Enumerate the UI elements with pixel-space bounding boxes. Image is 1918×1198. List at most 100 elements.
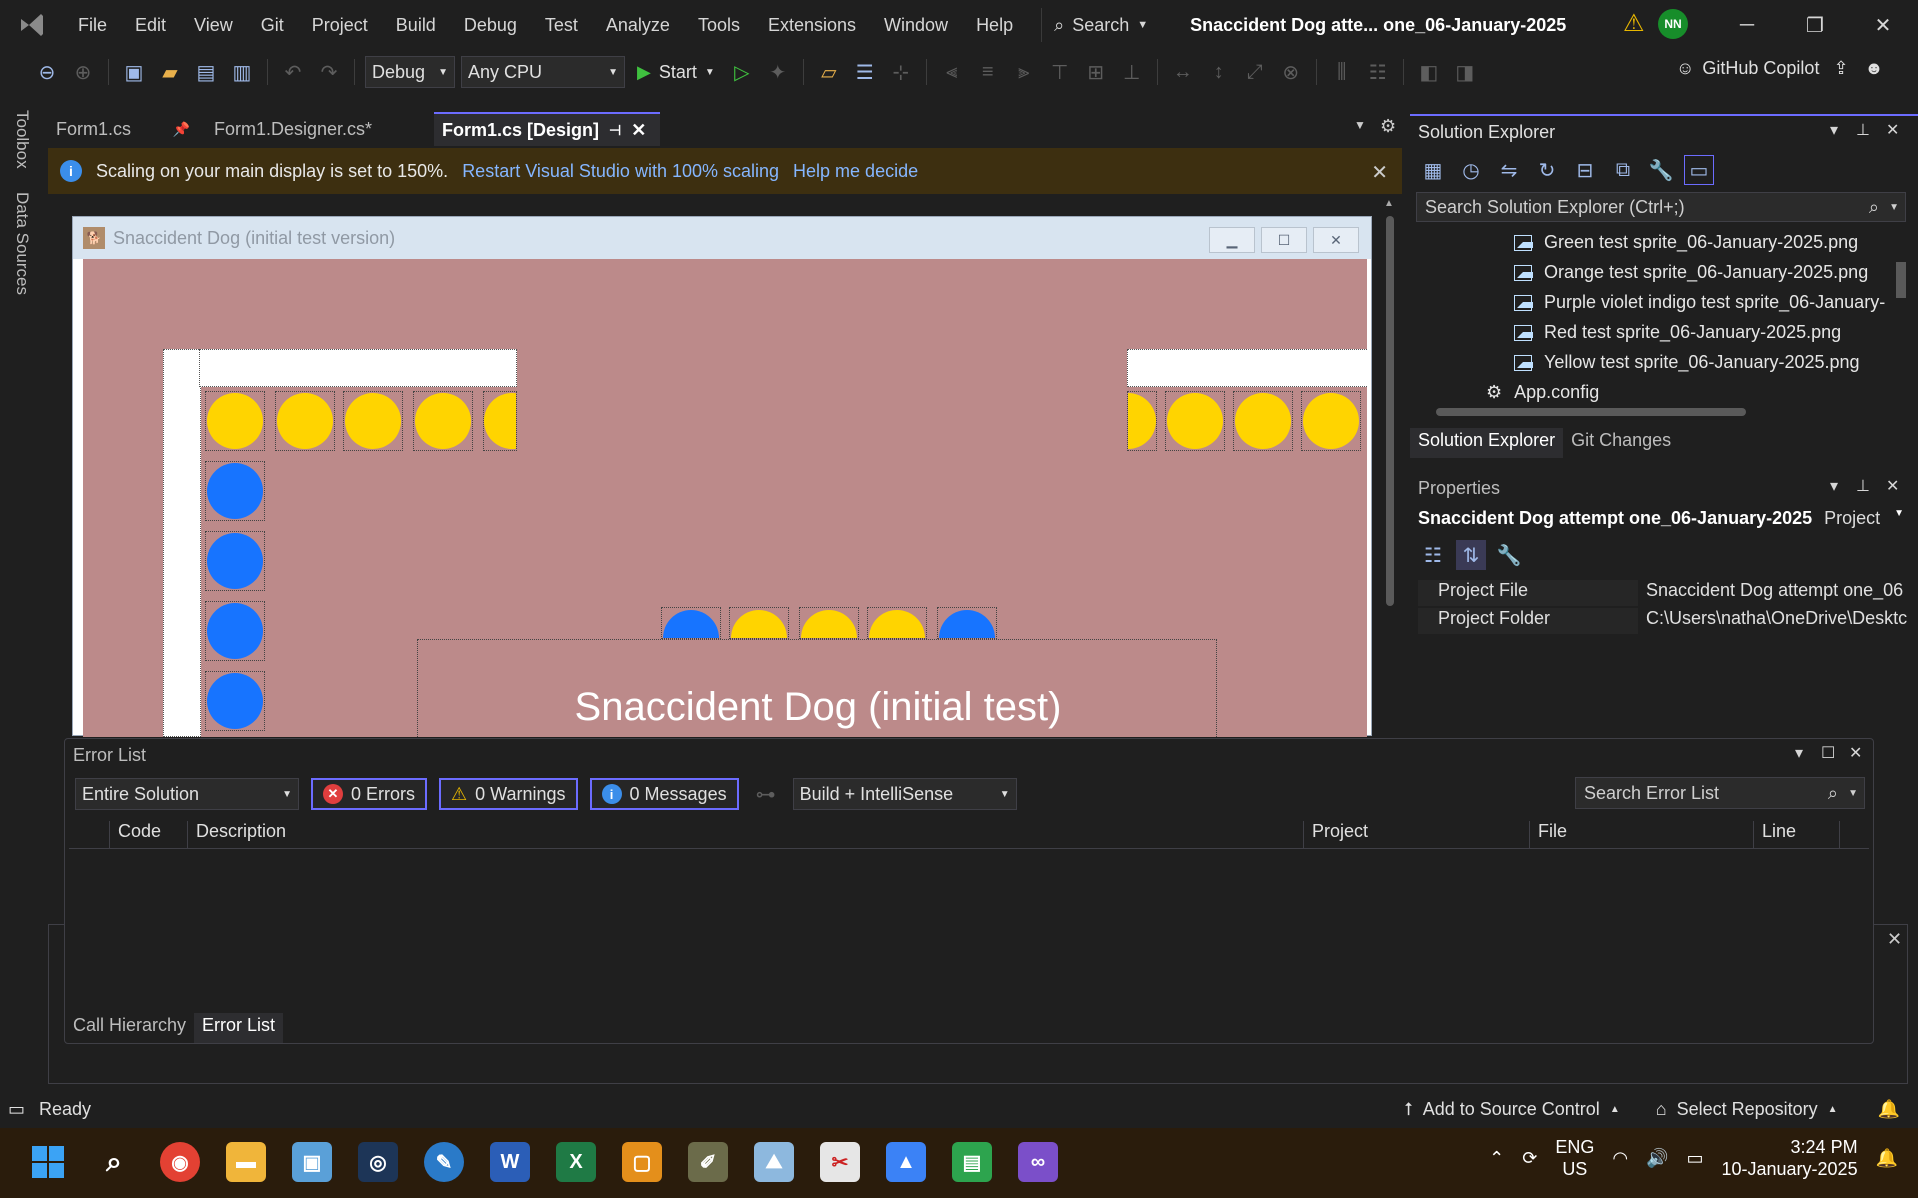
notification-bell-icon[interactable]: 🔔 xyxy=(1876,1148,1898,1169)
column-file[interactable]: File xyxy=(1529,821,1753,849)
yellow-dot-cell[interactable] xyxy=(205,391,265,451)
align-middle-icon[interactable]: ⊞ xyxy=(1081,57,1111,87)
forward-icon[interactable]: ⊕ xyxy=(68,57,98,87)
build-filter-dropdown[interactable]: Build + IntelliSense ▼ xyxy=(792,778,1017,810)
wifi-icon[interactable]: ◠ xyxy=(1612,1148,1628,1169)
data-sources-tab[interactable]: Data Sources xyxy=(12,192,32,295)
warnings-filter-toggle[interactable]: ⚠ 0 Warnings xyxy=(439,778,578,810)
property-pages-icon[interactable]: 🔧 xyxy=(1494,540,1524,570)
yellow-dot-cell[interactable] xyxy=(275,391,335,451)
yellow-dot-cell[interactable] xyxy=(867,607,927,639)
show-all-files-icon[interactable]: ⧉ xyxy=(1608,155,1638,185)
yellow-dot-cell[interactable] xyxy=(729,607,789,639)
align-left-icon[interactable]: ⫷ xyxy=(937,57,967,87)
blue-dot-cell[interactable] xyxy=(205,601,265,661)
feedback-icon[interactable]: ☻ xyxy=(1865,58,1884,79)
column-code[interactable]: Code xyxy=(109,821,189,849)
column-extra[interactable] xyxy=(1839,821,1869,849)
tree-item-image[interactable]: Red test sprite_06-January-2025.png xyxy=(1514,322,1841,343)
photos-icon[interactable]: ⛰ xyxy=(754,1142,794,1182)
tree-item-config[interactable]: ⚙ App.config xyxy=(1486,382,1599,402)
solution-view-icon[interactable]: ▦ xyxy=(1418,155,1448,185)
close-icon[interactable]: ✕ xyxy=(631,120,646,141)
filter-icon[interactable]: ⊶ xyxy=(751,779,781,809)
menu-git[interactable]: Git xyxy=(247,0,298,50)
file-explorer-icon[interactable]: ▬ xyxy=(226,1142,266,1182)
blue-dot-cell[interactable] xyxy=(661,607,721,639)
menu-tools[interactable]: Tools xyxy=(684,0,754,50)
close-icon[interactable]: ✕ xyxy=(1886,476,1899,496)
tab-overflow-icon[interactable]: ▼ xyxy=(1354,118,1366,132)
solution-vertical-scrollbar[interactable] xyxy=(1894,232,1908,402)
browse-folder-icon[interactable]: ▱ xyxy=(814,57,844,87)
yellow-dot-cell[interactable] xyxy=(343,391,403,451)
sheets-icon[interactable]: ▤ xyxy=(952,1142,992,1182)
tab-form1-design[interactable]: Form1.cs [Design] ⊣ ✕ xyxy=(434,112,660,146)
search-icon[interactable]: ⌕ xyxy=(94,1142,134,1182)
yellow-dot-cell[interactable] xyxy=(799,607,859,639)
preview-icon[interactable]: ▭ xyxy=(1684,155,1714,185)
chrome-icon[interactable]: ◉ xyxy=(160,1142,200,1182)
remote-desktop-icon[interactable]: ▣ xyxy=(292,1142,332,1182)
global-search[interactable]: ⌕ Search ▼ xyxy=(1041,8,1160,42)
open-folder-icon[interactable]: ▰ xyxy=(155,57,185,87)
close-icon[interactable]: ✕ xyxy=(1850,0,1916,50)
scope-dropdown[interactable]: Entire Solution ▼ xyxy=(75,778,299,810)
chevron-down-icon[interactable]: ▾ xyxy=(1795,743,1803,763)
excel-icon[interactable]: X xyxy=(556,1142,596,1182)
redo-icon[interactable]: ↷ xyxy=(314,57,344,87)
windows-start-icon[interactable] xyxy=(28,1142,68,1182)
history-icon[interactable]: ◷ xyxy=(1456,155,1486,185)
align-right-icon[interactable]: ⫸ xyxy=(1009,57,1039,87)
blue-dot-cell[interactable] xyxy=(205,671,265,731)
align-grid-icon[interactable]: ⊹ xyxy=(886,57,916,87)
undo-icon[interactable]: ↶ xyxy=(278,57,308,87)
column-project[interactable]: Project xyxy=(1303,821,1529,849)
notifications-bell-icon[interactable]: 🔔 xyxy=(1878,1099,1900,1120)
make-same-width-icon[interactable]: ↔ xyxy=(1168,57,1198,87)
top-right-wall-panel[interactable] xyxy=(1127,349,1367,387)
layout-icon[interactable]: ☰ xyxy=(850,57,880,87)
top-left-wall-panel[interactable] xyxy=(199,349,517,387)
chevron-down-icon[interactable]: ▾ xyxy=(1830,476,1838,496)
tab-form1-designer-cs[interactable]: Form1.Designer.cs* xyxy=(206,112,434,146)
pin-icon[interactable]: ⊣ xyxy=(609,122,621,139)
tree-item-image[interactable]: Yellow test sprite_06-January-2025.png xyxy=(1514,352,1860,373)
yellow-dot-cell[interactable] xyxy=(1301,391,1361,451)
toolbox-tab[interactable]: Toolbox xyxy=(12,110,32,169)
menu-view[interactable]: View xyxy=(180,0,247,50)
blue-dot-cell[interactable] xyxy=(205,461,265,521)
size-to-grid-icon[interactable]: ⤢ xyxy=(1240,57,1270,87)
configuration-dropdown[interactable]: Debug ▼ xyxy=(365,56,455,88)
close-icon[interactable]: ✕ xyxy=(1849,743,1862,763)
blue-dot-cell[interactable] xyxy=(205,531,265,591)
start-without-debugging-icon[interactable]: ▷ xyxy=(727,57,757,87)
battery-icon[interactable]: ▭ xyxy=(1686,1148,1703,1169)
menu-file[interactable]: File xyxy=(64,0,121,50)
yellow-dot-cell[interactable] xyxy=(413,391,473,451)
share-icon[interactable]: ⇪ xyxy=(1833,58,1848,79)
gear-icon[interactable]: ⚙ xyxy=(1380,116,1396,137)
scrollbar-thumb[interactable] xyxy=(1436,408,1746,416)
scrollbar-thumb[interactable] xyxy=(1896,262,1906,298)
tab-form1-cs[interactable]: Form1.cs 📌 xyxy=(48,112,198,146)
menu-project[interactable]: Project xyxy=(298,0,382,50)
zoom-icon[interactable]: ⊗ xyxy=(1276,57,1306,87)
close-icon[interactable]: ✕ xyxy=(1887,929,1902,950)
scrollbar-thumb[interactable] xyxy=(1386,216,1394,606)
tree-item-image[interactable]: Orange test sprite_06-January-2025.png xyxy=(1514,262,1868,283)
word-icon[interactable]: W xyxy=(490,1142,530,1182)
tree-item-image[interactable]: Green test sprite_06-January-2025.png xyxy=(1514,232,1858,253)
new-project-icon[interactable]: ▣ xyxy=(119,57,149,87)
left-wall-panel[interactable] xyxy=(163,349,201,737)
pin-icon[interactable]: 📌 xyxy=(173,121,190,138)
pin-icon[interactable]: ⊥ xyxy=(1856,476,1870,496)
scroll-up-icon[interactable]: ▲ xyxy=(1384,198,1394,209)
restore-icon[interactable]: ❐ xyxy=(1782,0,1848,50)
align-center-icon[interactable]: ≡ xyxy=(973,57,1003,87)
close-icon[interactable]: ✕ xyxy=(1886,120,1899,140)
clock[interactable]: 3:24 PM 10-January-2025 xyxy=(1721,1136,1857,1180)
visual-studio-taskbar-icon[interactable]: ∞ xyxy=(1018,1142,1058,1182)
menu-analyze[interactable]: Analyze xyxy=(592,0,684,50)
menu-help[interactable]: Help xyxy=(962,0,1027,50)
